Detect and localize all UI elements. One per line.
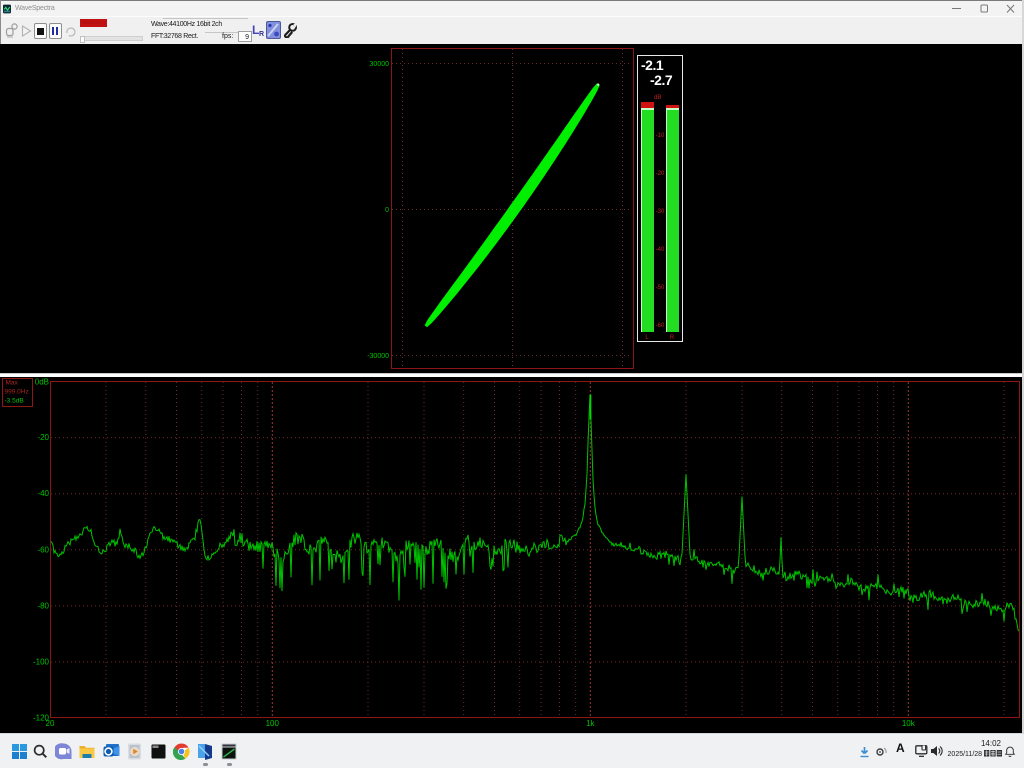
svg-text:-50: -50 — [656, 285, 665, 291]
svg-text:-40: -40 — [37, 489, 49, 498]
svg-text:100: 100 — [266, 719, 280, 728]
svg-text:999.0Hz: 999.0Hz — [5, 389, 29, 396]
svg-text:R: R — [670, 335, 675, 341]
svg-text:0dB: 0dB — [35, 378, 49, 387]
svg-text:-3.5dB: -3.5dB — [5, 398, 24, 405]
svg-text:-20: -20 — [37, 433, 49, 442]
svg-text:1k: 1k — [586, 719, 595, 728]
svg-text:20: 20 — [46, 719, 55, 728]
svg-text:-60: -60 — [656, 323, 665, 329]
svg-text:-10: -10 — [656, 133, 665, 139]
svg-text:-20: -20 — [656, 171, 665, 177]
svg-text:-30: -30 — [656, 209, 665, 215]
svg-text:30000: 30000 — [370, 61, 390, 68]
svg-text:-100: -100 — [33, 658, 50, 667]
svg-text:10k: 10k — [902, 719, 916, 728]
svg-text:Max: Max — [6, 380, 19, 387]
svg-text:L: L — [645, 335, 649, 341]
svg-text:0: 0 — [385, 207, 389, 214]
svg-text:-80: -80 — [37, 601, 49, 610]
svg-text:-40: -40 — [656, 247, 665, 253]
svg-text:-60: -60 — [37, 545, 49, 554]
svg-text:-30000: -30000 — [367, 353, 389, 360]
